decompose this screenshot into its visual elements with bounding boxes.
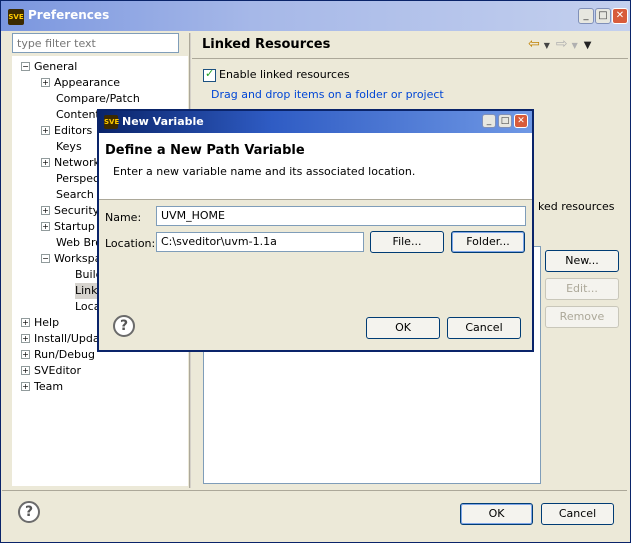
tree-item-team[interactable]: + Team — [21, 379, 63, 395]
forward-arrow-icon[interactable]: ⇨ — [556, 36, 568, 52]
remove-button[interactable]: Remove — [545, 306, 619, 328]
expand-icon[interactable]: + — [21, 333, 30, 343]
dialog-title: New Variable — [122, 115, 204, 128]
dialog-ok-button[interactable]: OK — [366, 317, 440, 339]
back-dropdown-icon[interactable]: ▼ — [544, 41, 550, 50]
tree-item-compare-patch[interactable]: Compare/Patch — [56, 91, 140, 107]
maximize-icon[interactable]: □ — [595, 8, 611, 24]
close-icon[interactable]: ✕ — [514, 114, 528, 128]
tree-item-keys[interactable]: Keys — [56, 139, 82, 155]
expand-icon[interactable]: + — [21, 317, 30, 327]
expand-icon[interactable]: + — [41, 221, 50, 231]
tree-item-network[interactable]: + Network — [41, 155, 100, 171]
linked-resources-label-fragment: ked resources — [538, 200, 615, 213]
dialog-heading: Define a New Path Variable — [105, 143, 305, 158]
expand-icon[interactable]: + — [21, 365, 30, 375]
view-menu-icon[interactable]: ▼ — [584, 40, 592, 51]
help-icon[interactable]: ? — [18, 501, 40, 523]
back-arrow-icon[interactable]: ⇦ — [528, 36, 540, 52]
checkbox-checked-icon[interactable]: ✓ — [203, 67, 216, 82]
page-navigation: ⇦ ▼ ⇨ ▼ ▼ — [528, 36, 591, 52]
minimize-icon[interactable]: _ — [482, 114, 496, 128]
file-button[interactable]: File... — [370, 231, 444, 253]
tree-item-general[interactable]: − General — [21, 59, 77, 75]
expand-icon[interactable]: + — [41, 205, 50, 215]
cancel-button[interactable]: Cancel — [541, 503, 614, 525]
sve-app-icon: SVE — [8, 9, 24, 25]
expand-icon[interactable]: + — [41, 125, 50, 135]
collapse-icon[interactable]: − — [41, 253, 50, 263]
tree-item-search[interactable]: Search — [56, 187, 94, 203]
dialog-description: Enter a new variable name and its associ… — [113, 165, 416, 178]
minimize-icon[interactable]: _ — [578, 8, 594, 24]
variable-name-field[interactable]: UVM_HOME — [156, 206, 526, 226]
drag-drop-hint: Drag and drop items on a folder or proje… — [211, 88, 444, 101]
page-title-divider — [192, 58, 628, 59]
dialog-titlebar[interactable]: SVE New Variable _ □ ✕ — [99, 111, 532, 133]
new-button[interactable]: New... — [545, 250, 619, 272]
window-title: Preferences — [28, 8, 110, 22]
expand-icon[interactable]: + — [21, 381, 30, 391]
page-title: Linked Resources — [202, 37, 331, 52]
location-field[interactable]: C:\sveditor\uvm-1.1a — [156, 232, 364, 252]
tree-item-sveditor[interactable]: + SVEditor — [21, 363, 81, 379]
tree-item-security[interactable]: + Security — [41, 203, 99, 219]
expand-icon[interactable]: + — [41, 157, 50, 167]
tree-item-startup[interactable]: + Startup a — [41, 219, 105, 235]
help-icon[interactable]: ? — [113, 315, 135, 337]
new-variable-dialog: SVE New Variable _ □ ✕ Define a New Path… — [97, 109, 534, 352]
tree-item-editors[interactable]: + Editors — [41, 123, 92, 139]
close-icon[interactable]: ✕ — [612, 8, 628, 24]
tree-item-help[interactable]: + Help — [21, 315, 59, 331]
sve-app-icon: SVE — [104, 115, 119, 129]
footer-divider — [2, 490, 627, 491]
dialog-cancel-button[interactable]: Cancel — [447, 317, 521, 339]
filter-input[interactable] — [12, 33, 179, 53]
tree-item-content[interactable]: Content — [56, 107, 100, 123]
tree-item-workspace[interactable]: − Workspa — [41, 251, 101, 267]
forward-dropdown-icon[interactable]: ▼ — [572, 41, 578, 50]
ok-button[interactable]: OK — [460, 503, 533, 525]
preferences-titlebar[interactable]: SVE Preferences _ □ ✕ — [1, 1, 630, 31]
location-label: Location: — [105, 237, 156, 250]
tree-item-run-debug[interactable]: + Run/Debug — [21, 347, 95, 363]
collapse-icon[interactable]: − — [21, 61, 30, 71]
folder-button[interactable]: Folder... — [451, 231, 525, 253]
expand-icon[interactable]: + — [21, 349, 30, 359]
maximize-icon[interactable]: □ — [498, 114, 512, 128]
name-label: Name: — [105, 211, 142, 224]
dialog-header: Define a New Path Variable Enter a new v… — [99, 133, 532, 200]
tree-item-appearance[interactable]: + Appearance — [41, 75, 120, 91]
tree-item-install-update[interactable]: + Install/Upda — [21, 331, 100, 347]
enable-linked-resources-checkbox[interactable]: ✓ Enable linked resources — [203, 67, 350, 82]
expand-icon[interactable]: + — [41, 77, 50, 87]
edit-button[interactable]: Edit... — [545, 278, 619, 300]
